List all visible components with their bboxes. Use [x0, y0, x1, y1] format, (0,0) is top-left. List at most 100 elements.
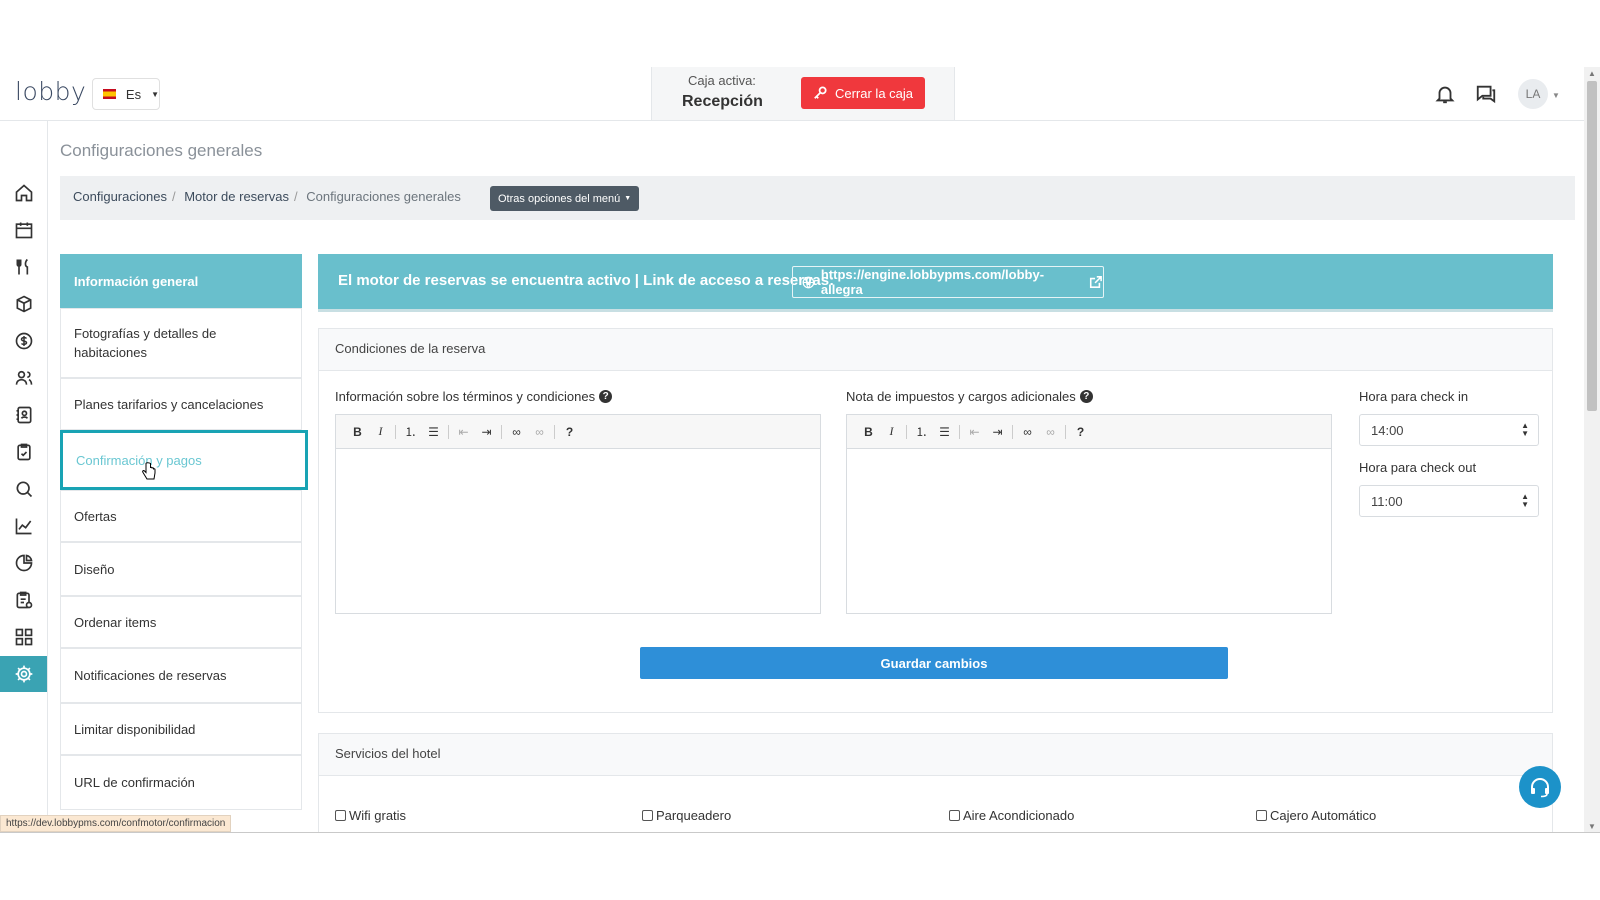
bell-icon[interactable]: [1434, 83, 1456, 105]
active-cashbox: Caja activa: Recepción Cerrar la caja: [651, 67, 955, 121]
unlink-icon[interactable]: ∞: [1039, 425, 1062, 439]
checkbox[interactable]: [335, 810, 346, 821]
unordered-list-icon[interactable]: ☰: [933, 425, 956, 439]
unordered-list-icon[interactable]: ☰: [422, 425, 445, 439]
indent-icon[interactable]: ⇥: [986, 425, 1009, 439]
checkout-label: Hora para check out: [1359, 460, 1477, 475]
chart-line-icon[interactable]: [0, 508, 47, 544]
indent-icon[interactable]: ⇥: [475, 425, 498, 439]
gear-icon[interactable]: [0, 656, 47, 692]
editor-toolbar: B I ⒈ ☰ ⇤ ⇥ ∞ ∞ ?: [847, 415, 1331, 449]
browser-viewport: lobby Es ▼ Caja activa: Recepción Cerrar…: [0, 0, 1600, 833]
contacts-icon[interactable]: [0, 397, 47, 433]
link-icon[interactable]: ∞: [1016, 425, 1039, 439]
external-link-icon: [1090, 276, 1103, 288]
cashbox-label: Caja activa:: [688, 73, 756, 88]
clipboard-icon[interactable]: [0, 434, 47, 470]
italic-button[interactable]: I: [880, 424, 903, 439]
support-chat-button[interactable]: [1519, 766, 1561, 808]
grid-icon[interactable]: [0, 619, 47, 655]
terms-editor[interactable]: B I ⒈ ☰ ⇤ ⇥ ∞ ∞ ?: [335, 414, 821, 614]
menu-item-url-confirmacion[interactable]: URL de confirmación: [60, 755, 302, 810]
help-button[interactable]: ?: [558, 425, 581, 439]
menu-item-notificaciones[interactable]: Notificaciones de reservas: [60, 648, 302, 703]
home-icon[interactable]: [0, 175, 47, 211]
taxes-label-text: Nota de impuestos y cargos adicionales: [846, 389, 1076, 404]
scroll-down-icon[interactable]: ▼: [1588, 822, 1596, 831]
chevron-down-icon[interactable]: ▼: [1552, 91, 1560, 100]
page-title: Configuraciones generales: [60, 141, 263, 160]
help-icon[interactable]: ?: [1079, 390, 1093, 403]
box-icon[interactable]: [0, 286, 47, 322]
users-icon[interactable]: [0, 360, 47, 396]
cashbox-value: Recepción: [682, 93, 763, 110]
calendar-icon[interactable]: [0, 212, 47, 248]
other-options-label: Otras opciones del menú: [498, 192, 621, 205]
card-title: Servicios del hotel: [319, 734, 1552, 776]
menu-item-informacion-general[interactable]: Información general: [60, 254, 302, 308]
link-icon[interactable]: ∞: [505, 425, 528, 439]
terms-label: Información sobre los términos y condici…: [335, 389, 613, 404]
menu-item-limitar-disponibilidad[interactable]: Limitar disponibilidad: [60, 703, 302, 755]
chat-icon[interactable]: [1475, 83, 1497, 105]
service-parking[interactable]: Parqueadero: [642, 808, 731, 823]
hand-cursor-icon: [142, 462, 156, 480]
status-bar-url: https://dev.lobbypms.com/confmotor/confi…: [0, 815, 232, 832]
scroll-up-icon[interactable]: ▲: [1588, 69, 1596, 78]
service-ac[interactable]: Aire Acondicionado: [949, 808, 1074, 823]
search-icon[interactable]: [0, 471, 47, 507]
checkout-select[interactable]: 11:00 ▲ ▼: [1359, 485, 1539, 517]
bold-button[interactable]: B: [346, 425, 369, 439]
key-icon: [814, 86, 827, 99]
ordered-list-icon[interactable]: ⒈: [910, 423, 933, 440]
menu-item-diseno[interactable]: Diseño: [60, 542, 302, 596]
language-label: Es: [125, 86, 142, 102]
clipboard-check-icon[interactable]: [0, 582, 47, 618]
checkin-value: 14:00: [1371, 423, 1404, 438]
menu-item-ofertas[interactable]: Ofertas: [60, 490, 302, 542]
scrollbar-thumb[interactable]: [1587, 81, 1597, 411]
hotel-services-card: Servicios del hotel Wifi gratis Parquead…: [318, 733, 1553, 832]
help-icon[interactable]: ?: [599, 390, 613, 403]
checkbox[interactable]: [1256, 810, 1267, 821]
pie-chart-icon[interactable]: [0, 545, 47, 581]
outdent-icon[interactable]: ⇤: [452, 425, 475, 439]
icon-sidebar: [0, 121, 48, 832]
booking-link-url: https://engine.lobbypms.com/lobby-allegr…: [820, 267, 1045, 297]
menu-item-confirmacion-pagos[interactable]: Confirmación y pagos: [60, 430, 308, 490]
breadcrumb-item[interactable]: Motor de reservas: [184, 189, 289, 204]
utensils-icon[interactable]: [0, 249, 47, 285]
checkbox[interactable]: [642, 810, 653, 821]
other-options-dropdown[interactable]: Otras opciones del menú ▼: [490, 186, 640, 211]
terms-label-text: Información sobre los términos y condici…: [335, 389, 596, 404]
logo[interactable]: lobby: [15, 77, 86, 106]
save-button[interactable]: Guardar cambios: [640, 647, 1228, 679]
editor-toolbar: B I ⒈ ☰ ⇤ ⇥ ∞ ∞ ?: [336, 415, 820, 449]
service-wifi[interactable]: Wifi gratis: [335, 808, 406, 823]
ordered-list-icon[interactable]: ⒈: [399, 423, 422, 440]
close-cashbox-label: Cerrar la caja: [834, 85, 914, 101]
taxes-editor[interactable]: B I ⒈ ☰ ⇤ ⇥ ∞ ∞ ?: [846, 414, 1332, 614]
close-cashbox-button[interactable]: Cerrar la caja: [801, 77, 925, 109]
language-selector[interactable]: Es ▼: [92, 78, 160, 110]
unlink-icon[interactable]: ∞: [528, 425, 551, 439]
banner-text: El motor de reservas se encuentra activo…: [338, 272, 835, 289]
vertical-scrollbar[interactable]: ▲ ▼: [1584, 67, 1600, 832]
booking-link[interactable]: https://engine.lobbypms.com/lobby-allegr…: [792, 266, 1104, 298]
main-content: Configuraciones generales Configuracione…: [48, 121, 1584, 832]
chevron-down-icon: ▼: [151, 89, 159, 99]
checkbox[interactable]: [949, 810, 960, 821]
checkin-select[interactable]: 14:00 ▲ ▼: [1359, 414, 1539, 446]
bold-button[interactable]: B: [857, 425, 880, 439]
service-atm[interactable]: Cajero Automático: [1256, 808, 1376, 823]
help-button[interactable]: ?: [1069, 425, 1092, 439]
breadcrumb-item[interactable]: Configuraciones: [73, 189, 167, 204]
avatar[interactable]: LA: [1518, 79, 1548, 109]
dollar-icon[interactable]: [0, 323, 47, 359]
outdent-icon[interactable]: ⇤: [963, 425, 986, 439]
italic-button[interactable]: I: [369, 424, 392, 439]
menu-item-ordenar-items[interactable]: Ordenar items: [60, 596, 302, 648]
menu-item-planes-tarifarios[interactable]: Planes tarifarios y cancelaciones: [60, 378, 302, 430]
spain-flag-icon: [103, 89, 116, 99]
menu-item-fotografias[interactable]: Fotografías y detalles de habitaciones: [60, 308, 302, 378]
